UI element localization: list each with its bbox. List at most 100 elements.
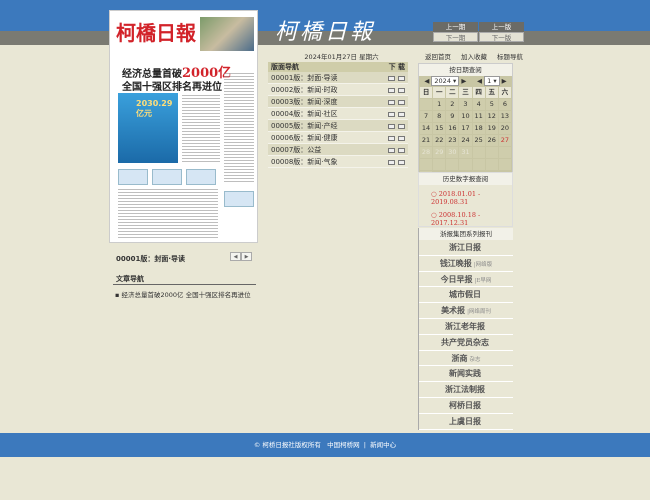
calendar-day[interactable]: 4: [472, 99, 485, 110]
paper-text: [224, 73, 254, 183]
paper-box: [118, 169, 148, 185]
prev-issue-button[interactable]: 上一期: [433, 22, 478, 32]
pdf-icon[interactable]: [388, 147, 395, 153]
footer-link[interactable]: 新闻中心: [370, 441, 396, 449]
page-link[interactable]: 00008版：新闻·气象: [271, 156, 338, 167]
calendar-day[interactable]: 22: [433, 135, 446, 146]
download-icon[interactable]: [398, 159, 405, 165]
calendar-day[interactable]: 3: [459, 99, 472, 110]
download-icon[interactable]: [398, 147, 405, 153]
page-row[interactable]: 00004版：新闻·社区: [268, 108, 408, 120]
download-icon[interactable]: [398, 123, 405, 129]
next-issue-button[interactable]: 下一期: [433, 32, 478, 42]
calendar-day[interactable]: 1: [433, 99, 446, 110]
paper-headline[interactable]: 经济总量首破2000亿 全国十强区排名再进位: [122, 67, 231, 94]
pdf-icon[interactable]: [388, 135, 395, 141]
pdf-icon[interactable]: [388, 111, 395, 117]
year-select[interactable]: 2024 ▾: [431, 76, 460, 86]
calendar-day[interactable]: 7: [420, 111, 433, 122]
publication-link[interactable]: 柯桥日报: [419, 398, 513, 414]
month-select[interactable]: 1 ▾: [484, 76, 500, 86]
page-nav-title: 版面导航: [271, 63, 299, 71]
page-row[interactable]: 00005版：新闻·产经: [268, 120, 408, 132]
prev-year-icon[interactable]: ◀: [424, 77, 429, 85]
home-link[interactable]: 返回首页: [425, 51, 451, 61]
calendar-day[interactable]: 24: [459, 135, 472, 146]
calendar-day[interactable]: 26: [485, 135, 498, 146]
title-nav-link[interactable]: 标题导航: [497, 51, 523, 61]
current-page-label: 00001版：封面·导读: [116, 255, 186, 263]
calendar-day[interactable]: 14: [420, 123, 433, 134]
publication-link[interactable]: 浙江法制报: [419, 382, 513, 398]
pdf-icon[interactable]: [388, 99, 395, 105]
download-icon[interactable]: [398, 135, 405, 141]
calendar-day[interactable]: 20: [498, 123, 511, 134]
calendar-day[interactable]: 5: [485, 99, 498, 110]
pdf-icon[interactable]: [388, 159, 395, 165]
page-link[interactable]: 00005版：新闻·产经: [271, 120, 338, 131]
calendar-day[interactable]: 13: [498, 111, 511, 122]
page-link[interactable]: 00002版：新闻·时政: [271, 84, 338, 95]
newspaper-page-image[interactable]: 柯橋日報 经济总量首破2000亿 全国十强区排名再进位 2030.29亿元: [109, 10, 258, 243]
publication-link[interactable]: 浙商 杂志: [419, 351, 513, 367]
favorite-link[interactable]: 加入收藏: [461, 51, 487, 61]
weekday-label: 四: [472, 87, 485, 98]
prev-page-arrow-icon[interactable]: ◀: [230, 252, 241, 261]
page-link[interactable]: 00007版：公益: [271, 144, 321, 155]
prev-page-button[interactable]: 上一版: [479, 22, 524, 32]
calendar-day[interactable]: 2: [446, 99, 459, 110]
publication-link[interactable]: 浙江日报: [419, 240, 513, 256]
calendar-day[interactable]: 27: [498, 135, 511, 146]
publication-link[interactable]: 钱江晚报 |网络版: [419, 256, 513, 272]
next-page-button[interactable]: 下一版: [479, 32, 524, 42]
pdf-icon[interactable]: [388, 87, 395, 93]
calendar-day[interactable]: 8: [433, 111, 446, 122]
page-link[interactable]: 00001版：封面·导读: [271, 72, 338, 83]
download-icon[interactable]: [398, 99, 405, 105]
page-row[interactable]: 00002版：新闻·时政: [268, 84, 408, 96]
calendar-day[interactable]: 15: [433, 123, 446, 134]
prev-month-icon[interactable]: ◀: [477, 77, 482, 85]
calendar-day[interactable]: 18: [472, 123, 485, 134]
calendar-day[interactable]: 16: [446, 123, 459, 134]
page-navigation: 版面导航 下 载 00001版：封面·导读 00002版：新闻·时政 00003版：新…: [268, 62, 408, 168]
pdf-icon[interactable]: [388, 75, 395, 81]
calendar-day: [472, 159, 485, 170]
pdf-icon[interactable]: [388, 123, 395, 129]
page-row[interactable]: 00007版：公益: [268, 144, 408, 156]
next-year-icon[interactable]: ▶: [461, 77, 466, 85]
page-row[interactable]: 00003版：新闻·深度: [268, 96, 408, 108]
calendar-day[interactable]: 9: [446, 111, 459, 122]
calendar-day[interactable]: 12: [485, 111, 498, 122]
calendar-day[interactable]: 17: [459, 123, 472, 134]
history-range-link[interactable]: ○ 2018.01.01 - 2019.08.31: [419, 185, 512, 206]
calendar-day[interactable]: 19: [485, 123, 498, 134]
calendar-day[interactable]: 6: [498, 99, 511, 110]
next-month-icon[interactable]: ▶: [502, 77, 507, 85]
publication-link[interactable]: 美术报 |网络周刊: [419, 303, 513, 319]
page-link[interactable]: 00004版：新闻·社区: [271, 108, 338, 119]
page-row[interactable]: 00006版：新闻·健康: [268, 132, 408, 144]
calendar-day[interactable]: 10: [459, 111, 472, 122]
publication-link[interactable]: 今日早报 |E早网: [419, 272, 513, 288]
publication-link[interactable]: 共产党员杂志: [419, 335, 513, 351]
article-link[interactable]: ▪ 经济总量首破2000亿 全国十强区排名再进位: [113, 285, 256, 303]
page-link[interactable]: 00003版：新闻·深度: [271, 96, 338, 107]
page-row[interactable]: 00001版：封面·导读: [268, 72, 408, 84]
page-link[interactable]: 00006版：新闻·健康: [271, 132, 338, 143]
download-icon[interactable]: [398, 111, 405, 117]
calendar-day[interactable]: 25: [472, 135, 485, 146]
calendar-day[interactable]: 11: [472, 111, 485, 122]
footer-link[interactable]: 中国柯桥网: [327, 441, 360, 449]
download-icon[interactable]: [398, 75, 405, 81]
next-page-arrow-icon[interactable]: ▶: [241, 252, 252, 261]
publication-link[interactable]: 上虞日报: [419, 414, 513, 430]
publication-link[interactable]: 城市假日: [419, 287, 513, 304]
calendar-day[interactable]: 23: [446, 135, 459, 146]
download-icon[interactable]: [398, 87, 405, 93]
history-range-link[interactable]: ○ 2008.10.18 - 2017.12.31: [419, 206, 512, 227]
publication-link[interactable]: 新闻实践: [419, 366, 513, 383]
calendar-day[interactable]: 21: [420, 135, 433, 146]
page-row[interactable]: 00008版：新闻·气象: [268, 156, 408, 168]
publication-link[interactable]: 浙江老年报: [419, 319, 513, 335]
